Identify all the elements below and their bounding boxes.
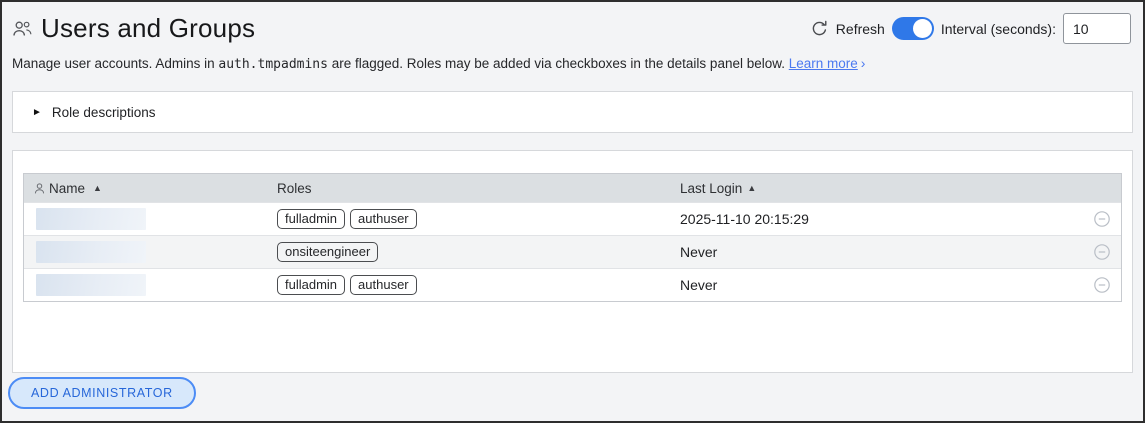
refresh-toolbar: Refresh Interval (seconds): [810, 13, 1131, 44]
description-text-2: are flagged. Roles may be added via chec… [327, 56, 789, 71]
table-row[interactable]: fulladmin authuser 2025-11-10 20:15:29 [24, 202, 1121, 235]
role-chip: authuser [350, 209, 417, 229]
table-cell-roles: fulladmin authuser [277, 275, 680, 295]
interval-input[interactable] [1063, 13, 1131, 44]
table-cell-actions [1083, 243, 1121, 261]
page-title: Users and Groups [41, 13, 256, 43]
toggle-knob [912, 19, 932, 38]
table-row[interactable]: onsiteengineer Never [24, 235, 1121, 268]
redacted-name [36, 274, 146, 296]
refresh-icon [810, 19, 829, 38]
column-header-name[interactable]: Name ▲ [24, 181, 277, 196]
table-cell-last-login: Never [680, 244, 718, 260]
refresh-toggle[interactable] [891, 17, 934, 40]
remove-user-icon[interactable] [1093, 276, 1111, 294]
role-descriptions-accordion[interactable]: ► Role descriptions [12, 91, 1133, 133]
role-chip: onsiteengineer [277, 242, 379, 262]
title-group: Users and Groups [12, 13, 255, 44]
table-cell-last-login: Never [680, 277, 718, 293]
table-cell-last-login: 2025-11-10 20:15:29 [680, 211, 809, 227]
learn-more-chevron-icon: › [860, 55, 866, 71]
table-cell-actions [1083, 276, 1121, 294]
table-cell-actions [1083, 210, 1121, 228]
role-chip: fulladmin [277, 209, 346, 229]
page-header: Users and Groups Refresh Interval (secon… [2, 2, 1143, 46]
table-row[interactable]: fulladmin authuser Never [24, 268, 1121, 301]
users-table-panel: Name ▲ Roles Last Login ▲ fulladmin authu… [12, 150, 1133, 373]
redacted-name [36, 208, 146, 230]
refresh-label: Refresh [835, 20, 885, 37]
users-and-groups-page: { "page": { "title": "Users and Groups" … [0, 0, 1145, 423]
column-header-last-login[interactable]: Last Login ▲ [680, 181, 1083, 196]
person-icon [33, 182, 46, 195]
redacted-name [36, 241, 146, 263]
table-cell-name [24, 241, 277, 263]
learn-more-link[interactable]: Learn more [789, 56, 858, 71]
table-cell-name [24, 274, 277, 296]
remove-user-icon[interactable] [1093, 210, 1111, 228]
role-chip: fulladmin [277, 275, 346, 295]
interval-label: Interval (seconds): [940, 20, 1056, 37]
column-header-roles[interactable]: Roles [277, 181, 680, 196]
table-body: fulladmin authuser 2025-11-10 20:15:29 onsi… [24, 202, 1121, 301]
column-label-name: Name [49, 180, 86, 196]
column-label-roles: Roles [277, 180, 312, 196]
column-label-last-login: Last Login [680, 180, 743, 196]
sort-asc-icon-name[interactable]: ▲ [93, 183, 102, 193]
description-code: auth.tmpadmins [218, 57, 328, 72]
table-cell-roles: fulladmin authuser [277, 209, 680, 229]
role-chip: authuser [350, 275, 417, 295]
page-description: Manage user accounts. Admins in auth.tmp… [2, 46, 1143, 72]
accordion-expand-icon[interactable]: ► [32, 107, 42, 118]
table-header-row: Name ▲ Roles Last Login ▲ [24, 174, 1121, 202]
table-cell-roles: onsiteengineer [277, 242, 680, 262]
description-text-1: Manage user accounts. Admins in [12, 56, 219, 71]
users-group-icon [12, 19, 33, 39]
table-cell-name [24, 208, 277, 230]
remove-user-icon[interactable] [1093, 243, 1111, 261]
add-administrator-button[interactable]: ADD ADMINISTRATOR [8, 377, 196, 409]
sort-asc-icon-last-login[interactable]: ▲ [747, 183, 756, 193]
accordion-label: Role descriptions [51, 104, 156, 120]
users-table: Name ▲ Roles Last Login ▲ fulladmin authu… [23, 173, 1122, 302]
